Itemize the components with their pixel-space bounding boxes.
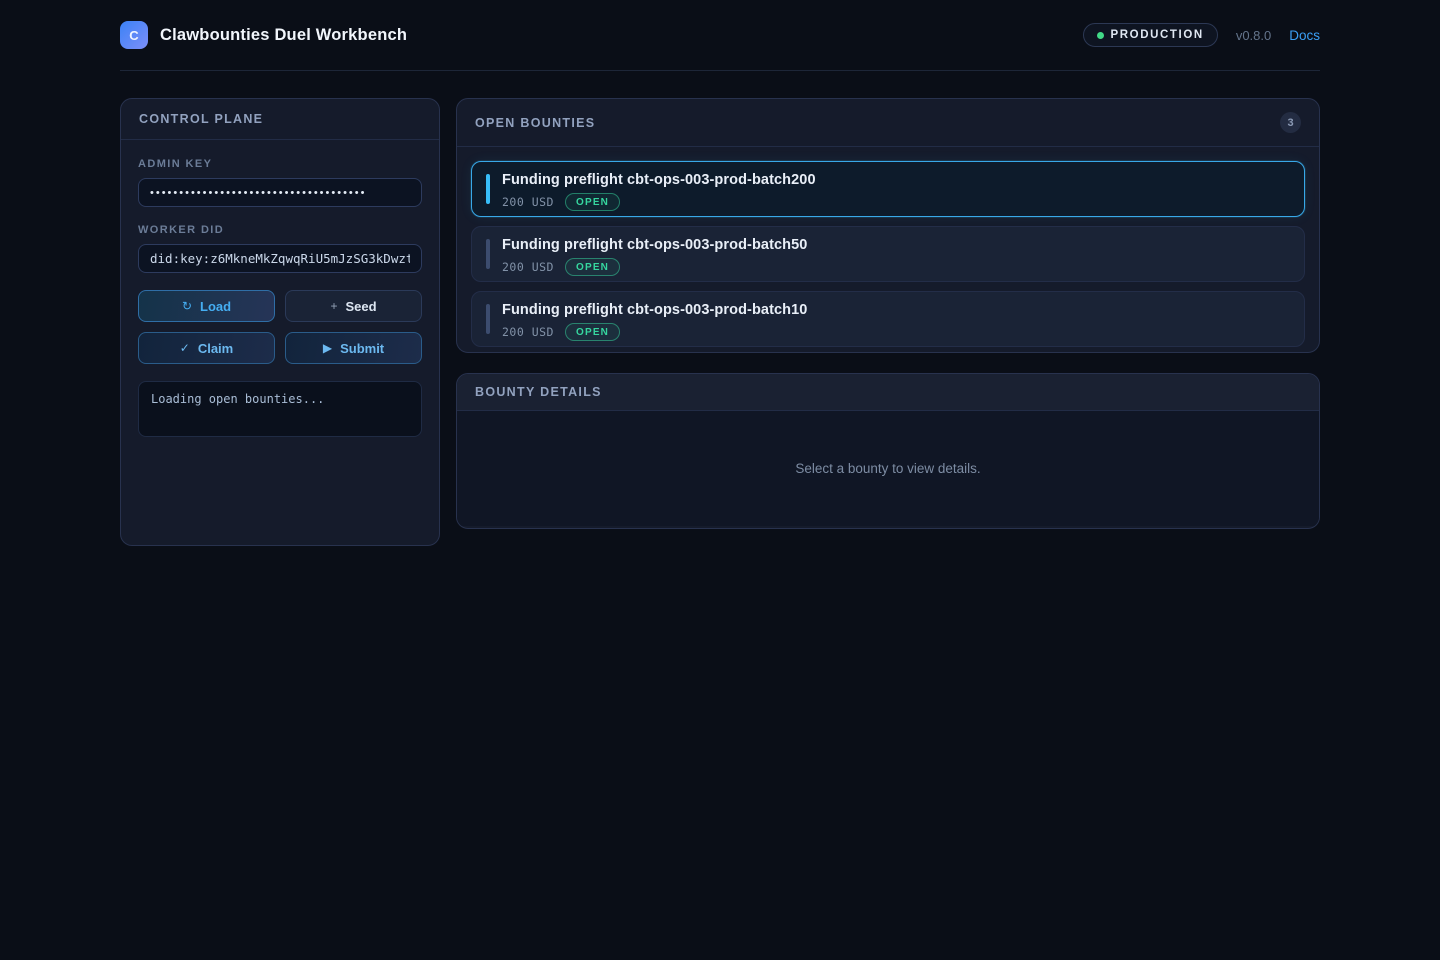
worker-did-label: WORKER DID	[138, 224, 422, 236]
bounty-card[interactable]: Funding preflight cbt-ops-003-prod-batch…	[471, 226, 1305, 282]
bounty-list: Funding preflight cbt-ops-003-prod-batch…	[457, 147, 1319, 353]
action-buttons: ↻ Load + Seed ✓ Claim ▶ Submit	[138, 290, 422, 364]
right-column: OPEN BOUNTIES 3 Funding preflight cbt-op…	[456, 98, 1320, 529]
load-button-label: Load	[200, 299, 231, 314]
top-bar: C Clawbounties Duel Workbench PRODUCTION…	[120, 0, 1320, 71]
submit-button[interactable]: ▶ Submit	[285, 332, 422, 364]
open-bounties-panel: OPEN BOUNTIES 3 Funding preflight cbt-op…	[456, 98, 1320, 353]
status-dot-icon	[1097, 32, 1104, 39]
admin-key-input[interactable]	[138, 178, 422, 207]
bounty-details-title: BOUNTY DETAILS	[475, 385, 602, 399]
accent-bar	[486, 304, 490, 334]
seed-button-label: Seed	[345, 299, 376, 314]
bounty-amount: 200 USD	[502, 195, 554, 209]
bounty-meta: 200 USD OPEN	[502, 258, 1290, 276]
claim-button[interactable]: ✓ Claim	[138, 332, 275, 364]
admin-key-label: ADMIN KEY	[138, 158, 422, 170]
empty-state-message: Select a bounty to view details.	[795, 461, 980, 476]
claim-button-label: Claim	[198, 341, 233, 356]
control-plane-panel: CONTROL PLANE ADMIN KEY WORKER DID ↻ Loa…	[120, 98, 440, 546]
accent-bar	[486, 174, 490, 204]
load-button[interactable]: ↻ Load	[138, 290, 275, 322]
accent-bar	[486, 239, 490, 269]
main-content: CONTROL PLANE ADMIN KEY WORKER DID ↻ Loa…	[120, 98, 1320, 546]
page: C Clawbounties Duel Workbench PRODUCTION…	[0, 0, 1440, 546]
version-label: v0.8.0	[1236, 28, 1271, 43]
bounty-title: Funding preflight cbt-ops-003-prod-batch…	[502, 237, 1290, 253]
bounty-meta: 200 USD OPEN	[502, 193, 1290, 211]
open-bounties-title: OPEN BOUNTIES	[475, 116, 595, 130]
bounty-card[interactable]: Funding preflight cbt-ops-003-prod-batch…	[471, 291, 1305, 347]
bounty-amount: 200 USD	[502, 325, 554, 339]
bounty-details-header: BOUNTY DETAILS	[457, 374, 1319, 411]
play-icon: ▶	[323, 342, 332, 354]
plus-icon: +	[330, 300, 337, 312]
topbar-right: PRODUCTION v0.8.0 Docs	[1083, 23, 1321, 47]
status-log-text: Loading open bounties...	[151, 392, 324, 406]
status-badge: OPEN	[565, 258, 620, 276]
bounty-card[interactable]: Funding preflight cbt-ops-003-prod-batch…	[471, 161, 1305, 217]
status-log: Loading open bounties...	[138, 381, 422, 437]
seed-button[interactable]: + Seed	[285, 290, 422, 322]
refresh-icon: ↻	[182, 300, 192, 312]
app-logo: C	[120, 21, 148, 49]
submit-button-label: Submit	[340, 341, 384, 356]
bounty-details-panel: BOUNTY DETAILS Select a bounty to view d…	[456, 373, 1320, 529]
bounty-title: Funding preflight cbt-ops-003-prod-batch…	[502, 302, 1290, 318]
control-plane-header: CONTROL PLANE	[121, 99, 439, 140]
docs-link[interactable]: Docs	[1289, 28, 1320, 43]
environment-label: PRODUCTION	[1111, 29, 1204, 41]
bounty-details-body: Select a bounty to view details.	[457, 411, 1319, 526]
check-icon: ✓	[180, 342, 190, 354]
bounty-count-badge: 3	[1280, 112, 1301, 133]
open-bounties-header: OPEN BOUNTIES 3	[457, 99, 1319, 147]
bounty-title: Funding preflight cbt-ops-003-prod-batch…	[502, 172, 1290, 188]
worker-did-input[interactable]	[138, 244, 422, 273]
control-plane-title: CONTROL PLANE	[139, 112, 263, 126]
status-badge: OPEN	[565, 323, 620, 341]
control-plane-body: ADMIN KEY WORKER DID ↻ Load + Seed ✓	[121, 140, 439, 455]
bounty-amount: 200 USD	[502, 260, 554, 274]
status-badge: OPEN	[565, 193, 620, 211]
app-title: Clawbounties Duel Workbench	[160, 26, 407, 45]
environment-badge: PRODUCTION	[1083, 23, 1218, 47]
bounty-meta: 200 USD OPEN	[502, 323, 1290, 341]
